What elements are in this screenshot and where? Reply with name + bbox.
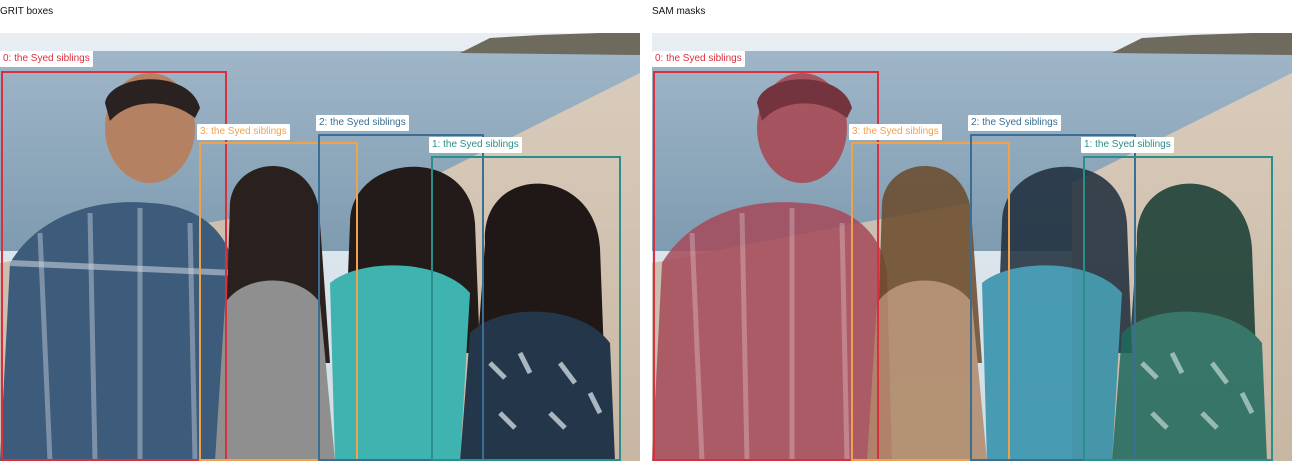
sam-box-1 (1083, 156, 1273, 461)
sam-box-1-label: 1: the Syed siblings (1081, 137, 1174, 153)
grit-box-0 (1, 71, 227, 461)
beach-photo: 0: the Syed siblings 3: the Syed sibling… (0, 33, 640, 461)
sam-masks-panel: SAM masks 0: the Syed siblings 3: the Sy… (652, 0, 1292, 461)
sam-box-0 (653, 71, 879, 461)
grit-box-0-label: 0: the Syed siblings (0, 51, 93, 67)
sam-box-2-label: 2: the Syed siblings (968, 115, 1061, 131)
grit-box-1-label: 1: the Syed siblings (429, 137, 522, 153)
sam-box-0-label: 0: the Syed siblings (652, 51, 745, 67)
panel-title: GRIT boxes (0, 6, 54, 17)
beach-photo-masked: 0: the Syed siblings 3: the Syed sibling… (652, 33, 1292, 461)
grit-box-3-label: 3: the Syed siblings (197, 124, 290, 140)
panel-title: SAM masks (652, 6, 706, 17)
grit-box-2-label: 2: the Syed siblings (316, 115, 409, 131)
sam-box-3-label: 3: the Syed siblings (849, 124, 942, 140)
grit-boxes-panel: GRIT boxes 0: the Syed siblings 3: the S… (0, 0, 640, 461)
figure-root: GRIT boxes 0: the Syed siblings 3: the S… (0, 0, 1292, 461)
grit-box-1 (431, 156, 621, 461)
